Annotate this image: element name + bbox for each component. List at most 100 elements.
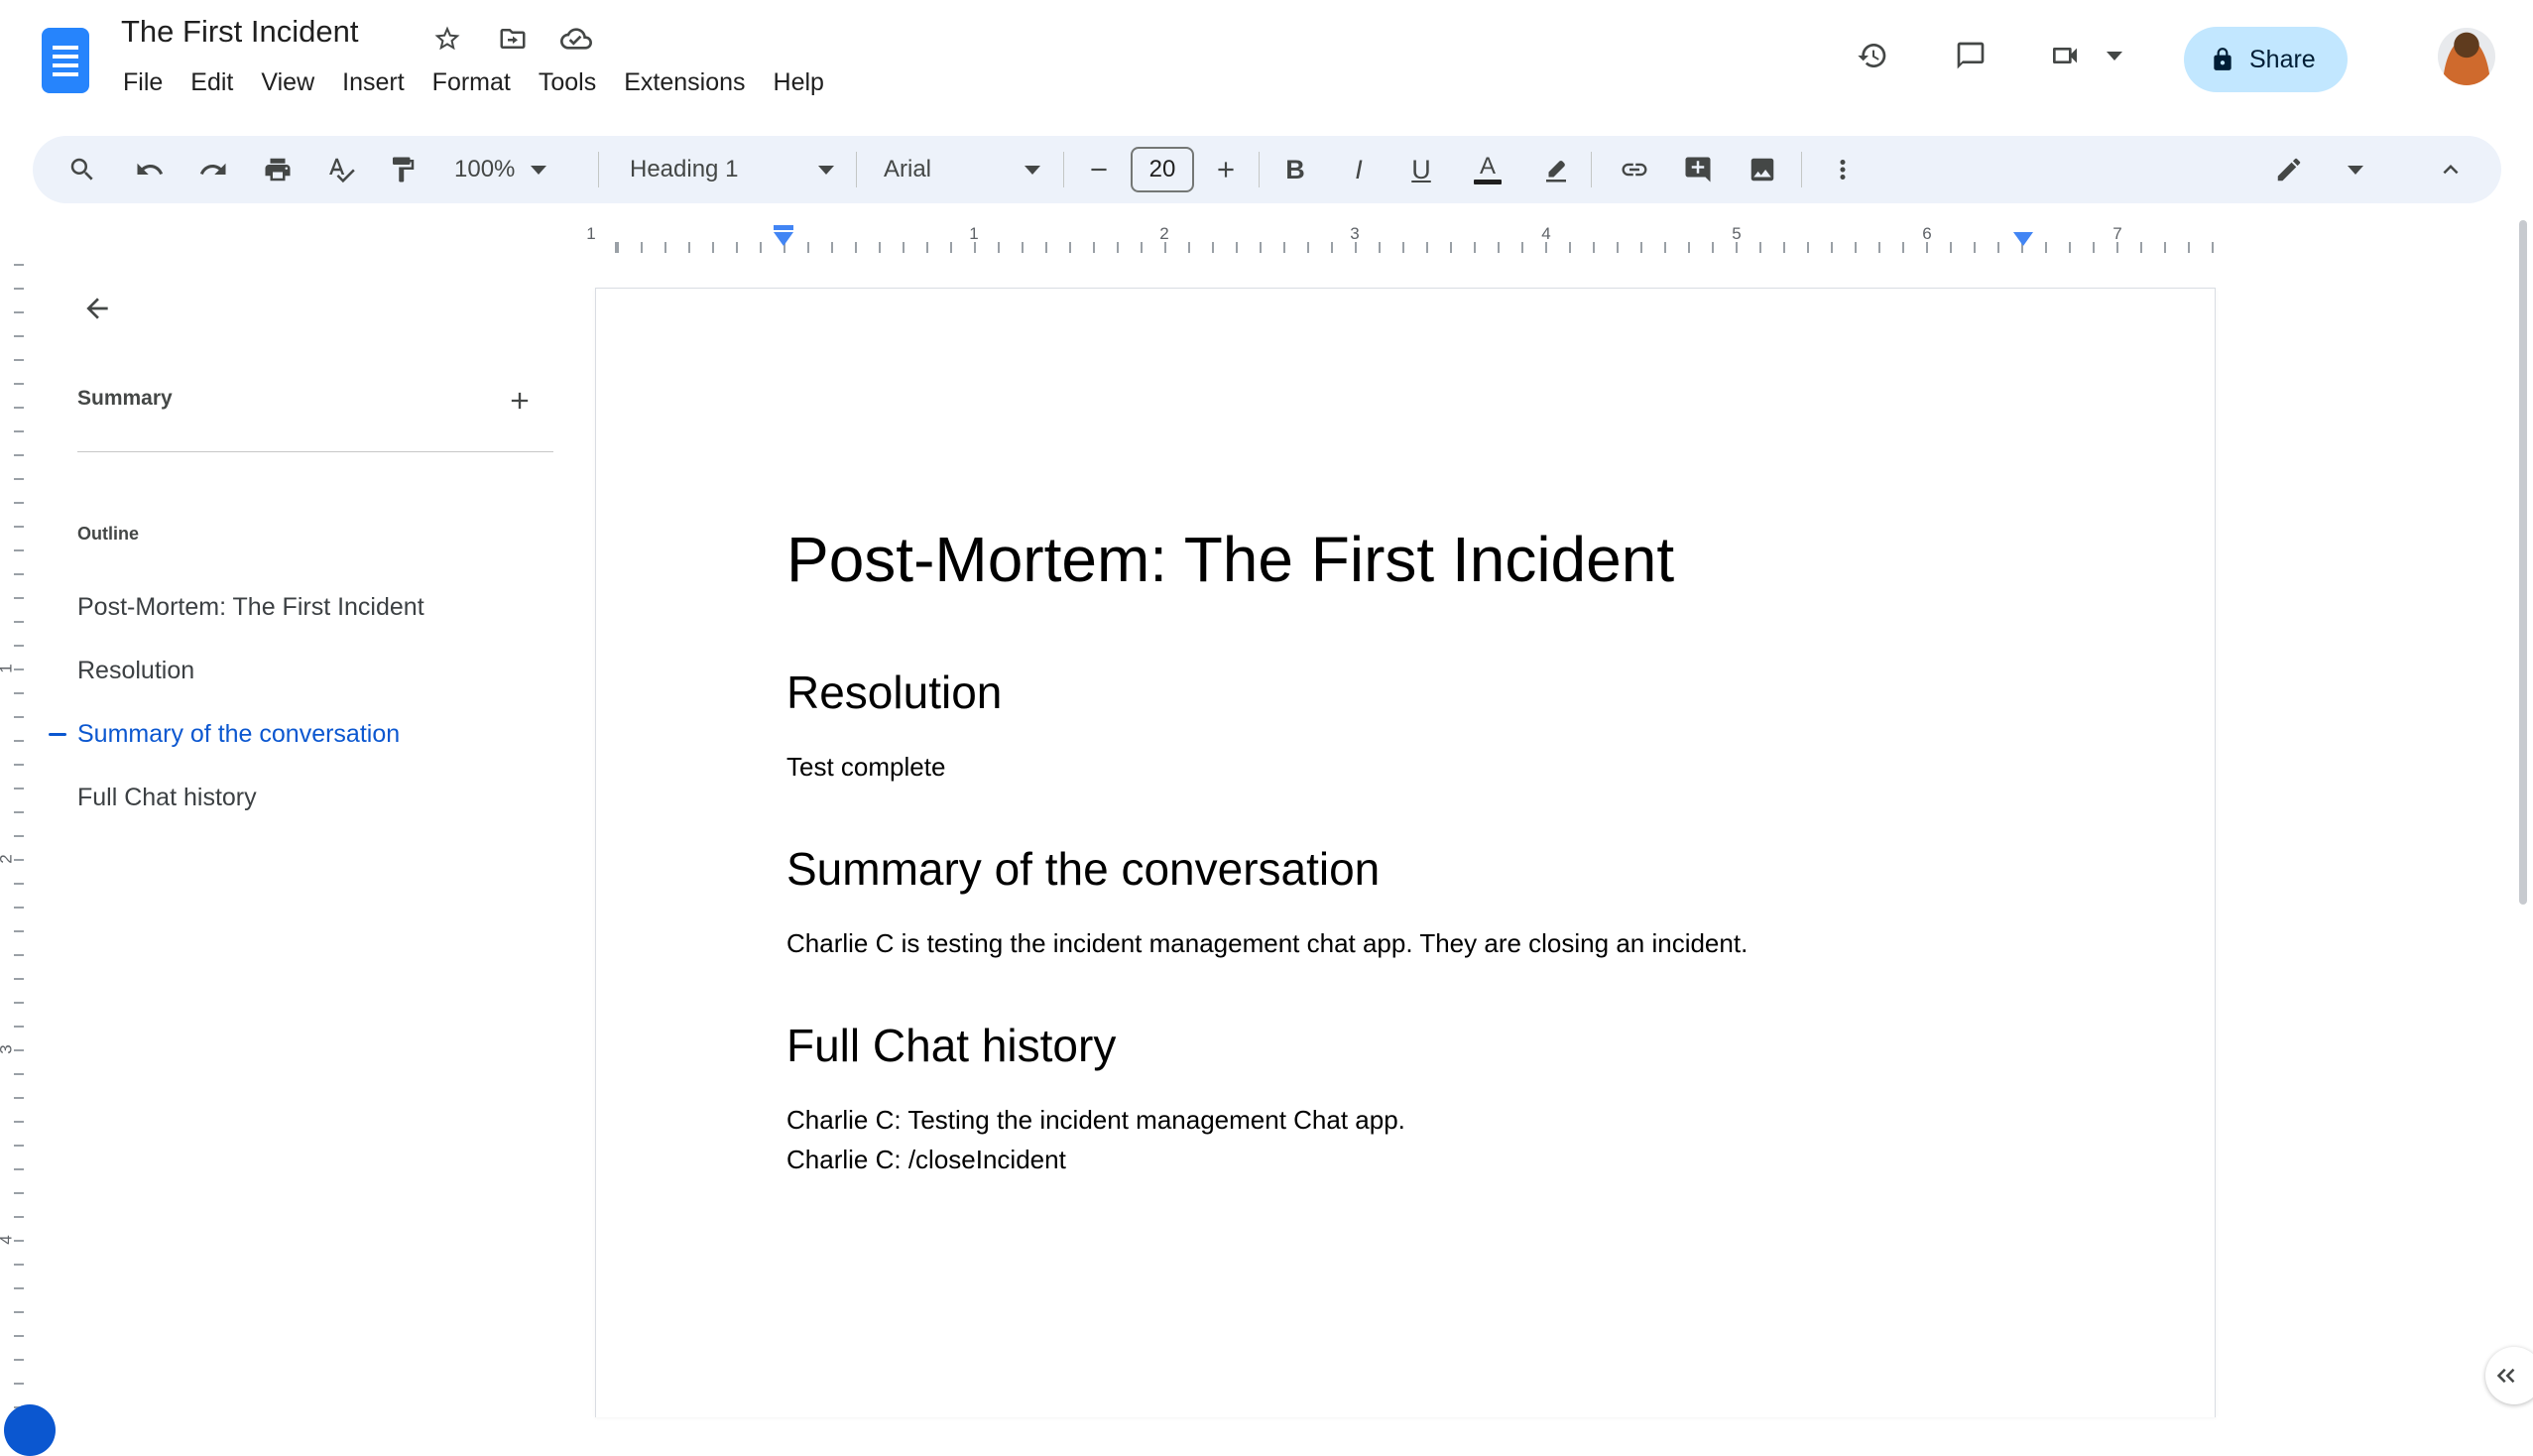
outline-item-summary-of-conversation[interactable]: Summary of the conversation xyxy=(0,702,575,766)
double-chevron-left-icon xyxy=(2496,1368,2515,1384)
menu-tools[interactable]: Tools xyxy=(525,61,610,104)
video-call-dropdown-icon[interactable] xyxy=(2097,26,2132,85)
increase-font-size-icon[interactable] xyxy=(1198,142,1254,197)
decrease-font-size-icon[interactable] xyxy=(1071,142,1127,197)
outline-item-post-mortem[interactable]: Post-Mortem: The First Incident xyxy=(0,575,575,639)
outline-item-resolution[interactable]: Resolution xyxy=(0,639,575,702)
sidebar-divider xyxy=(77,451,553,452)
doc-paragraph-summary[interactable]: Charlie C is testing the incident manage… xyxy=(786,923,1748,963)
active-item-dash xyxy=(49,733,66,736)
collapse-side-panel-button[interactable] xyxy=(2485,1347,2533,1404)
insert-link-icon[interactable] xyxy=(1607,142,1662,197)
ruler-label: 7 xyxy=(2112,224,2122,243)
menubar: File Edit View Insert Format Tools Exten… xyxy=(109,61,838,104)
ruler-label: 1 xyxy=(969,224,979,243)
doc-paragraph-resolution[interactable]: Test complete xyxy=(786,747,945,787)
print-icon[interactable] xyxy=(250,142,305,197)
toolbar-divider xyxy=(598,152,599,187)
lock-icon xyxy=(2214,48,2231,70)
outline-section-title: Outline xyxy=(77,524,139,544)
font-family-caret-icon xyxy=(1025,165,1040,175)
undo-icon[interactable] xyxy=(122,142,178,197)
bottom-left-blue-button[interactable] xyxy=(4,1404,56,1456)
doc-heading-summary[interactable]: Summary of the conversation xyxy=(786,842,1380,896)
zoom-caret-icon xyxy=(531,165,547,175)
docs-logo-icon[interactable] xyxy=(42,28,89,93)
video-call-icon[interactable] xyxy=(2035,26,2095,85)
doc-heading-chat-history[interactable]: Full Chat history xyxy=(786,1019,1116,1072)
paragraph-style-select[interactable]: Heading 1 xyxy=(620,142,844,197)
ruler-ticks xyxy=(595,242,2216,253)
text-color-label: A xyxy=(1479,153,1496,180)
doc-heading-resolution[interactable]: Resolution xyxy=(786,666,1002,719)
doc-heading-1[interactable]: Post-Mortem: The First Incident xyxy=(786,523,1674,596)
more-options-icon[interactable] xyxy=(1815,142,1870,197)
add-summary-icon[interactable] xyxy=(494,375,545,426)
star-icon[interactable] xyxy=(428,20,466,58)
font-family-value: Arial xyxy=(884,156,932,182)
first-line-indent-marker[interactable] xyxy=(774,225,793,230)
vruler-label: 4 xyxy=(0,1235,17,1244)
share-button-label: Share xyxy=(2249,45,2316,73)
ruler-label: 4 xyxy=(1541,224,1551,243)
font-family-select[interactable]: Arial xyxy=(874,142,1050,197)
vertical-scrollbar[interactable] xyxy=(2519,220,2527,905)
redo-icon[interactable] xyxy=(185,142,241,197)
user-avatar[interactable] xyxy=(2438,28,2495,85)
text-color-button[interactable]: A xyxy=(1460,142,1515,197)
hide-menus-icon[interactable] xyxy=(2423,142,2478,197)
version-history-icon[interactable] xyxy=(1843,26,1902,85)
toolbar-divider xyxy=(1591,152,1592,187)
paragraph-style-value: Heading 1 xyxy=(630,156,739,182)
italic-button[interactable]: I xyxy=(1331,142,1387,197)
menu-format[interactable]: Format xyxy=(419,61,525,104)
editing-mode-select[interactable] xyxy=(2264,142,2373,197)
docs-logo-lines xyxy=(53,45,78,76)
menu-help[interactable]: Help xyxy=(760,61,838,104)
document-page[interactable]: Post-Mortem: The First Incident Resoluti… xyxy=(595,288,2216,1417)
menu-view[interactable]: View xyxy=(247,61,328,104)
text-color-bar xyxy=(1474,180,1502,184)
menu-edit[interactable]: Edit xyxy=(177,61,247,104)
editing-mode-caret-icon xyxy=(2348,165,2363,175)
add-comment-icon[interactable] xyxy=(1670,142,1726,197)
zoom-select[interactable]: 100% xyxy=(444,142,593,197)
outline-item-full-chat-history[interactable]: Full Chat history xyxy=(0,766,575,829)
outline-item-label: Resolution xyxy=(77,656,195,684)
doc-paragraph-chat-line2[interactable]: Charlie C: /closeIncident xyxy=(786,1140,1066,1179)
vruler-label: 3 xyxy=(0,1044,17,1053)
outline-item-label: Full Chat history xyxy=(77,783,257,811)
font-size-input[interactable]: 20 xyxy=(1131,147,1194,192)
toolbar-divider xyxy=(1259,152,1260,187)
menu-file[interactable]: File xyxy=(109,61,177,104)
cloud-status-icon[interactable] xyxy=(557,20,595,58)
insert-image-icon[interactable] xyxy=(1735,142,1790,197)
left-indent-marker[interactable] xyxy=(774,232,793,246)
ruler-label: 1 xyxy=(586,224,596,243)
search-menus-icon[interactable] xyxy=(55,142,110,197)
right-indent-marker[interactable] xyxy=(2013,232,2033,246)
toolbar-divider xyxy=(1063,152,1064,187)
menu-extensions[interactable]: Extensions xyxy=(610,61,759,104)
paint-format-icon[interactable] xyxy=(375,142,430,197)
vruler-label: 2 xyxy=(0,854,17,863)
comments-icon[interactable] xyxy=(1941,26,2000,85)
outline-list: Post-Mortem: The First Incident Resoluti… xyxy=(0,575,575,829)
document-title[interactable]: The First Incident xyxy=(121,14,358,50)
highlight-color-icon[interactable] xyxy=(1528,142,1584,197)
menu-insert[interactable]: Insert xyxy=(328,61,419,104)
zoom-value: 100% xyxy=(454,156,516,182)
underline-button[interactable]: U xyxy=(1393,142,1449,197)
doc-paragraph-chat-line1[interactable]: Charlie C: Testing the incident manageme… xyxy=(786,1100,1405,1140)
close-sidebar-back-icon[interactable] xyxy=(66,278,128,339)
toolbar: 100% Heading 1 Arial 20 B I U A xyxy=(33,136,2501,203)
italic-label: I xyxy=(1355,154,1363,184)
share-button[interactable]: Share xyxy=(2184,27,2348,92)
move-folder-icon[interactable] xyxy=(494,20,532,58)
horizontal-ruler[interactable]: 1 1 2 3 4 5 6 7 xyxy=(0,206,2533,254)
spellcheck-icon[interactable] xyxy=(313,142,369,197)
bold-label: B xyxy=(1285,154,1305,184)
paragraph-style-caret-icon xyxy=(818,165,834,175)
ruler-label: 3 xyxy=(1350,224,1360,243)
bold-button[interactable]: B xyxy=(1267,142,1323,197)
